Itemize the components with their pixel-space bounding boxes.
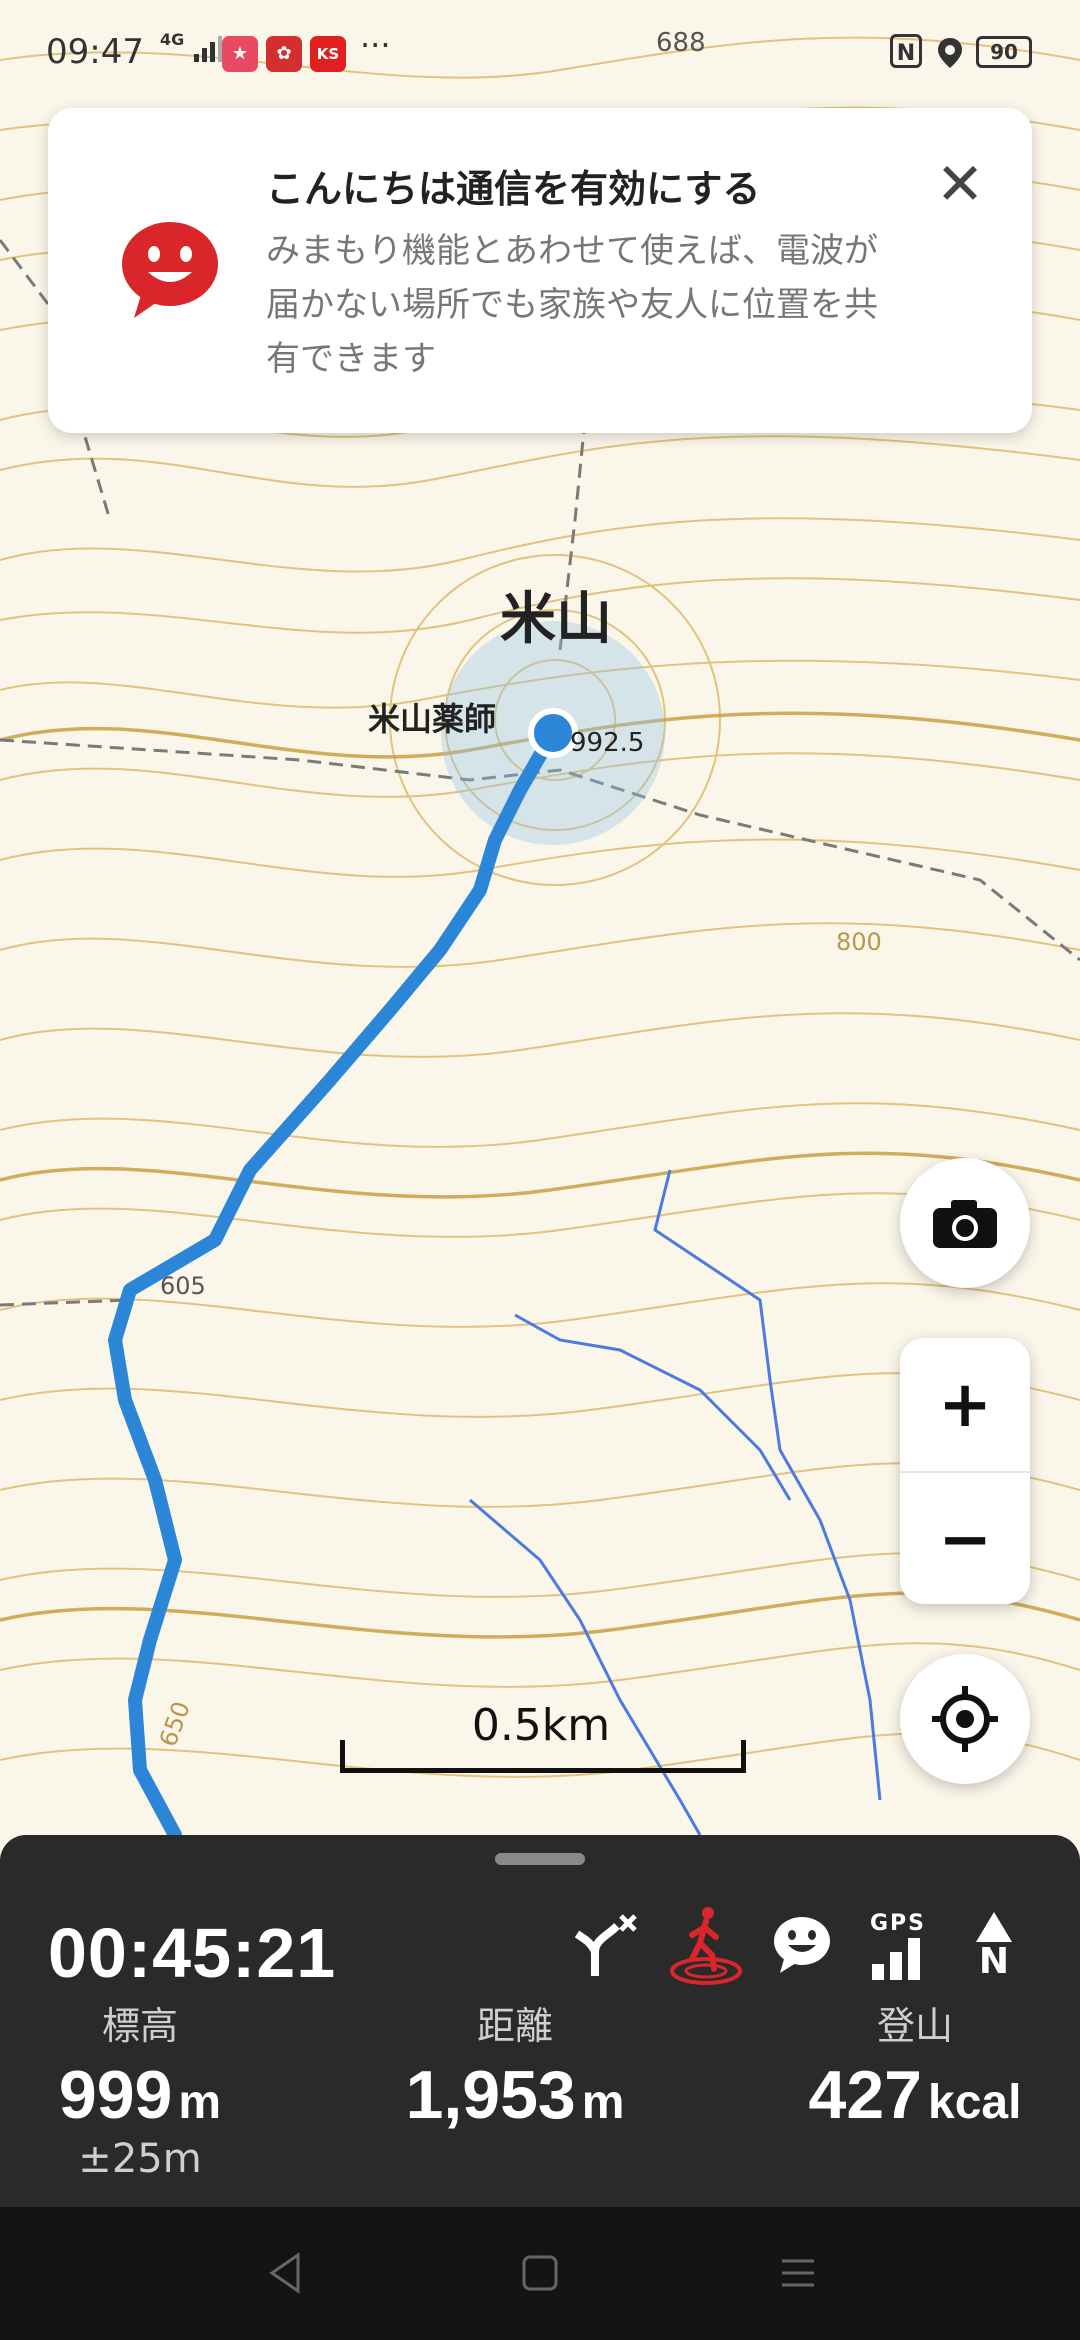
elevation-stat: 標高 999 m ±25m — [40, 1995, 240, 2182]
location-icon — [936, 36, 964, 78]
gps-signal-icon[interactable]: GPS — [860, 1905, 936, 1985]
back-button[interactable] — [254, 2241, 318, 2305]
chat-icon[interactable] — [764, 1905, 840, 1985]
signal-icon — [193, 36, 222, 62]
mountain-name-label: 米山 — [500, 587, 612, 652]
network-type: 4G — [160, 30, 185, 49]
map-scale-bar: 0.5km — [340, 1700, 746, 1773]
zoom-in-button[interactable]: + — [900, 1338, 1030, 1471]
battery-indicator: 90 — [976, 36, 1032, 68]
calorie-stat: 登山 427 kcal — [790, 1995, 1040, 2134]
distance-value: 1,953 — [405, 2057, 576, 2133]
camera-button[interactable] — [900, 1158, 1030, 1288]
compass-north-icon[interactable]: N — [956, 1905, 1032, 1985]
back-icon — [269, 2252, 300, 2294]
app-notification-icon: ✿ — [266, 36, 302, 72]
elevation-label: 標高 — [101, 2004, 178, 2048]
more-notifications-icon: ··· — [360, 26, 391, 64]
status-bar: 09:47 4G ★ ✿ KS ··· N 90 — [0, 0, 1080, 110]
system-navigation-bar — [0, 2207, 1080, 2340]
close-icon[interactable]: ✕ — [928, 152, 992, 216]
hiking-mode-icon[interactable] — [668, 1905, 744, 1985]
elevation-accuracy: ±25m — [78, 2136, 202, 2182]
panel-drag-handle[interactable] — [495, 1853, 585, 1865]
north-label: N — [978, 1941, 1010, 1982]
nfc-icon: N — [890, 34, 922, 68]
zoom-out-button[interactable]: − — [900, 1473, 1030, 1606]
distance-unit: m — [581, 2076, 625, 2129]
chat-mascot-icon — [120, 220, 220, 324]
camera-icon — [933, 1200, 997, 1248]
calorie-label: 登山 — [876, 2004, 953, 2048]
zoom-controls: + − — [900, 1338, 1030, 1604]
recents-button[interactable] — [766, 2241, 830, 2305]
elapsed-time: 00:45:21 — [48, 1914, 337, 1992]
my-location-button[interactable] — [900, 1654, 1030, 1784]
elevation-value: 999 — [58, 2057, 173, 2133]
contour-label-800: 800 — [836, 928, 882, 956]
shrine-label: 米山薬師 — [368, 700, 497, 738]
calorie-unit: kcal — [928, 2076, 1022, 2129]
calorie-value: 427 — [808, 2057, 923, 2133]
home-button[interactable] — [508, 2241, 572, 2305]
elevation-unit: m — [178, 2076, 222, 2129]
card-body: みまもり機能とあわせて使えば、電波が届かない場所でも家族や友人に位置を共有できま… — [266, 231, 878, 379]
tracking-panel[interactable]: 00:45:21 GPS N 標高 999 m ±25m 距離 1,953 m … — [0, 1835, 1080, 2207]
network-indicator: 4G — [160, 30, 222, 64]
plus-icon: + — [938, 1367, 992, 1442]
distance-label: 距離 — [476, 2004, 553, 2048]
contour-label-605: 605 — [160, 1272, 206, 1300]
crosshair-icon — [932, 1686, 998, 1752]
enable-communication-card[interactable]: こんにちは通信を有効にする みまもり機能とあわせて使えば、電波が届かない場所でも… — [48, 108, 1032, 433]
minus-icon: − — [938, 1502, 992, 1577]
app-notification-icon: ★ — [222, 36, 258, 72]
menu-icon — [782, 2259, 814, 2287]
app-notification-icon: KS — [310, 36, 346, 72]
card-title: こんにちは通信を有効にする — [266, 167, 761, 211]
scale-bar-line — [340, 1740, 746, 1773]
status-time: 09:47 — [46, 32, 144, 72]
gps-label: GPS — [869, 1910, 927, 1936]
home-icon — [522, 2255, 558, 2291]
summit-elevation-label: 992.5 — [570, 728, 645, 758]
distance-stat: 距離 1,953 m — [380, 1995, 650, 2134]
route-branch-off-icon[interactable] — [568, 1905, 644, 1985]
